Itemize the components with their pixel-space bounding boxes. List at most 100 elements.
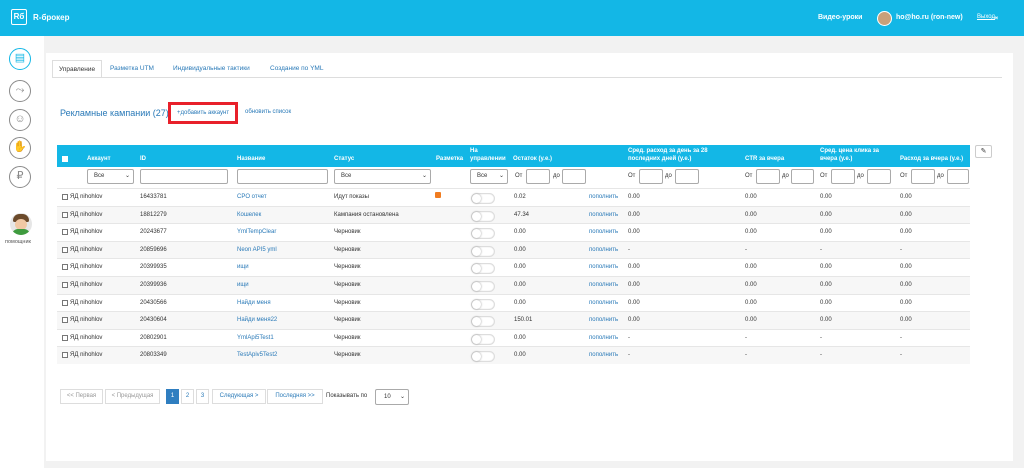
col-avg-spend-line1[interactable]: Сред. расход за день за 28 [628, 148, 708, 155]
cell-name-link[interactable]: ищи [237, 282, 249, 288]
col-managed-line2[interactable]: управлении [470, 156, 506, 163]
assistant-avatar[interactable] [10, 213, 32, 235]
ctr-from-input[interactable] [756, 169, 780, 184]
col-managed-line1[interactable]: На [470, 148, 478, 155]
cell-name-link[interactable]: YmlApi5Test1 [237, 335, 274, 341]
row-checkbox[interactable] [62, 352, 68, 359]
managed-toggle[interactable] [471, 298, 495, 310]
cell-name-link[interactable]: CPO отчет [237, 194, 267, 200]
account-filter-select[interactable]: Все ⌄ [87, 169, 134, 184]
cell-name-link[interactable]: YmlTempClear [237, 229, 276, 235]
row-checkbox[interactable] [62, 317, 68, 324]
markup-icon[interactable] [435, 192, 441, 198]
topup-link[interactable]: пополнить [589, 212, 618, 218]
status-filter-select[interactable]: Все ⌄ [334, 169, 431, 184]
spend-from-input[interactable] [911, 169, 935, 184]
cell-name-link[interactable]: TestApiv5Test2 [237, 352, 277, 358]
assistant-label[interactable]: помощник [5, 239, 31, 245]
edit-columns-button[interactable]: ✎ [975, 145, 992, 158]
topup-link[interactable]: пополнить [589, 282, 618, 288]
cell-ctr: 0.00 [745, 282, 757, 288]
prev-page-button[interactable]: < Предыдущая [105, 389, 160, 404]
chart-icon[interactable]: ⤳ [9, 80, 31, 102]
cell-name-link[interactable]: ищи [237, 264, 249, 270]
col-account[interactable]: Аккаунт [87, 156, 111, 163]
col-avg-cpc-line2[interactable]: вчера (у.е.) [820, 156, 852, 163]
managed-toggle[interactable] [471, 351, 495, 363]
topup-link[interactable]: пополнить [589, 317, 618, 323]
user-icon[interactable]: ☺ [9, 109, 31, 131]
cell-name-link[interactable]: Кошелек [237, 212, 261, 218]
select-all-checkbox[interactable] [62, 156, 68, 162]
managed-toggle[interactable] [471, 210, 495, 222]
managed-toggle[interactable] [471, 245, 495, 257]
managed-toggle[interactable] [471, 228, 495, 240]
col-spend[interactable]: Расход за вчера (у.е.) [900, 156, 963, 163]
row-checkbox[interactable] [62, 194, 68, 200]
logout-icon[interactable]: ⇥ [992, 14, 998, 22]
per-page-select[interactable]: 10 ⌄ [375, 389, 409, 405]
tab-management[interactable]: Управление [52, 60, 103, 78]
cell-name-link[interactable]: Найди меня [237, 300, 271, 306]
refresh-list-link[interactable]: обновить список [245, 109, 291, 115]
row-checkbox[interactable] [62, 334, 68, 341]
row-checkbox[interactable] [62, 246, 68, 253]
last-page-button[interactable]: Последняя >> [267, 389, 323, 404]
topup-link[interactable]: пополнить [589, 194, 618, 200]
col-avg-cpc-line1[interactable]: Сред. цена клика за [820, 148, 879, 155]
row-checkbox[interactable] [62, 299, 68, 306]
row-checkbox[interactable] [62, 229, 68, 236]
row-checkbox[interactable] [62, 264, 68, 271]
thumbs-up-icon[interactable]: ✋ [9, 137, 31, 159]
next-page-button[interactable]: Следующая > [212, 389, 266, 404]
cell-name-link[interactable]: Найди меня22 [237, 317, 277, 323]
cpc-from-input[interactable] [831, 169, 855, 184]
table-icon[interactable]: ▤ [9, 48, 31, 70]
spend-to-input[interactable] [947, 169, 969, 184]
first-page-button[interactable]: << Первая [60, 389, 103, 404]
avg-spend-to-input[interactable] [675, 169, 699, 184]
topup-link[interactable]: пополнить [589, 335, 618, 341]
col-status[interactable]: Статус [334, 156, 354, 163]
row-checkbox[interactable] [62, 282, 68, 288]
video-lessons-link[interactable]: Видео-уроки [818, 14, 862, 21]
col-avg-spend-line2[interactable]: последних дней (у.е.) [628, 156, 691, 163]
user-avatar[interactable] [877, 11, 892, 26]
managed-toggle[interactable] [471, 263, 495, 275]
page-1-button[interactable]: 1 [166, 389, 179, 404]
ruble-icon[interactable]: ₽ [9, 166, 31, 188]
cell-balance: 0.02 [514, 194, 526, 200]
name-filter-input[interactable] [237, 169, 328, 184]
topup-link[interactable]: пополнить [589, 264, 618, 270]
balance-from-input[interactable] [526, 169, 550, 184]
managed-filter-select[interactable]: Все ⌄ [470, 169, 508, 184]
tab-yml-creation[interactable]: Создание по YML [264, 60, 329, 78]
ctr-to-input[interactable] [791, 169, 814, 184]
topup-link[interactable]: пополнить [589, 300, 618, 306]
managed-toggle[interactable] [471, 281, 495, 292]
page-2-button[interactable]: 2 [181, 389, 194, 404]
topup-link[interactable]: пополнить [589, 229, 618, 235]
managed-toggle[interactable] [471, 316, 495, 328]
col-id[interactable]: ID [140, 156, 146, 163]
col-name[interactable]: Название [237, 156, 265, 163]
cpc-to-input[interactable] [867, 169, 891, 184]
managed-toggle[interactable] [471, 333, 495, 345]
balance-to-input[interactable] [562, 169, 586, 184]
add-account-link[interactable]: +добавить аккаунт [177, 110, 229, 116]
page-3-button[interactable]: 3 [196, 389, 209, 404]
id-filter-input[interactable] [140, 169, 228, 184]
col-ctr[interactable]: CTR за вчера [745, 156, 784, 163]
row-checkbox[interactable] [62, 211, 68, 218]
user-name[interactable]: ho@ho.ru (ron-new) [896, 14, 963, 21]
topup-link[interactable]: пополнить [589, 247, 618, 253]
avg-spend-from-input[interactable] [639, 169, 663, 184]
topup-link[interactable]: пополнить [589, 352, 618, 358]
col-markup[interactable]: Разметка [436, 156, 463, 163]
tab-utm-markup[interactable]: Разметка UTM [104, 60, 160, 78]
tab-individual-tactics[interactable]: Индивидуальные тактики [167, 60, 256, 78]
managed-toggle[interactable] [471, 193, 495, 204]
logo[interactable]: Rб [11, 9, 27, 25]
col-balance[interactable]: Остаток (у.е.) [513, 156, 552, 163]
cell-name-link[interactable]: Neon API5 yml [237, 247, 277, 253]
